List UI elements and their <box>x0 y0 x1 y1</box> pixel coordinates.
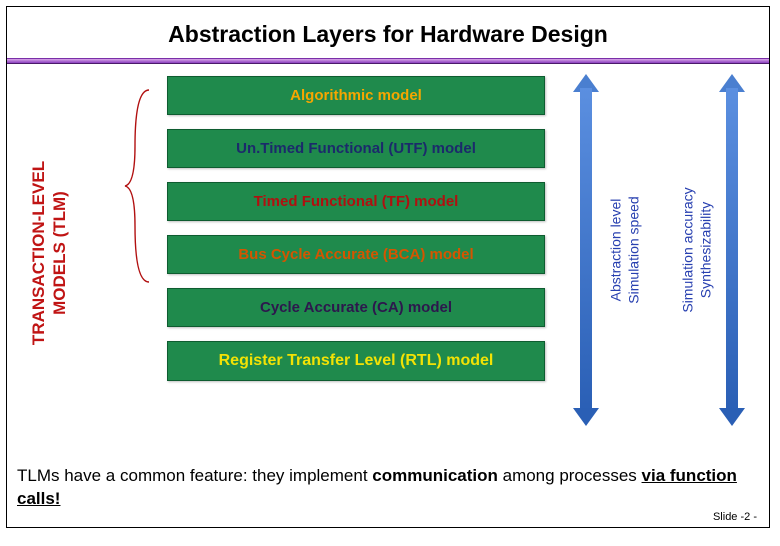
arrow-abstraction-speed <box>577 78 595 422</box>
slide-number: Slide -2 - <box>713 511 757 523</box>
left-axis-line2: Simulation speed <box>625 196 641 303</box>
arrow-down-icon <box>573 408 599 426</box>
arrow-down-icon <box>719 408 745 426</box>
arrow-body <box>726 88 738 412</box>
model-rtl: Register Transfer Level (RTL) model <box>167 341 545 381</box>
model-ca: Cycle Accurate (CA) model <box>167 288 545 327</box>
right-axis-line1: Simulation accuracy <box>680 187 696 312</box>
grouping-bracket <box>121 86 151 284</box>
model-bca: Bus Cycle Accurate (BCA) model <box>167 235 545 274</box>
model-tf: Timed Functional (TF) model <box>167 182 545 221</box>
arrow-body <box>580 88 592 412</box>
label-abstraction-speed: Abstraction level Simulation speed <box>608 196 643 303</box>
diagram-area: TRANSACTION-LEVEL MODELS (TLM) Algorithm… <box>7 64 769 442</box>
model-stack: Algorithmic model Un.Timed Functional (U… <box>167 76 545 381</box>
tlm-line1: TRANSACTION-LEVEL <box>29 161 48 345</box>
tlm-vertical-label: TRANSACTION-LEVEL MODELS (TLM) <box>28 161 71 345</box>
footer-part2: among processes <box>498 466 642 485</box>
footer-part1: TLMs have a common feature: they impleme… <box>17 466 372 485</box>
label-accuracy-synth: Simulation accuracy Synthesizability <box>680 187 715 312</box>
tlm-line2: MODELS (TLM) <box>50 191 69 315</box>
slide-title: Abstraction Layers for Hardware Design <box>7 7 769 58</box>
footer-bold-communication: communication <box>372 466 498 485</box>
model-utf: Un.Timed Functional (UTF) model <box>167 129 545 168</box>
right-axis-line2: Synthesizability <box>697 202 713 299</box>
left-axis-line1: Abstraction level <box>608 199 624 302</box>
slide-frame: Abstraction Layers for Hardware Design T… <box>6 6 770 528</box>
model-algorithmic: Algorithmic model <box>167 76 545 115</box>
arrow-accuracy-synth <box>723 78 741 422</box>
footer-note: TLMs have a common feature: they impleme… <box>17 465 759 511</box>
